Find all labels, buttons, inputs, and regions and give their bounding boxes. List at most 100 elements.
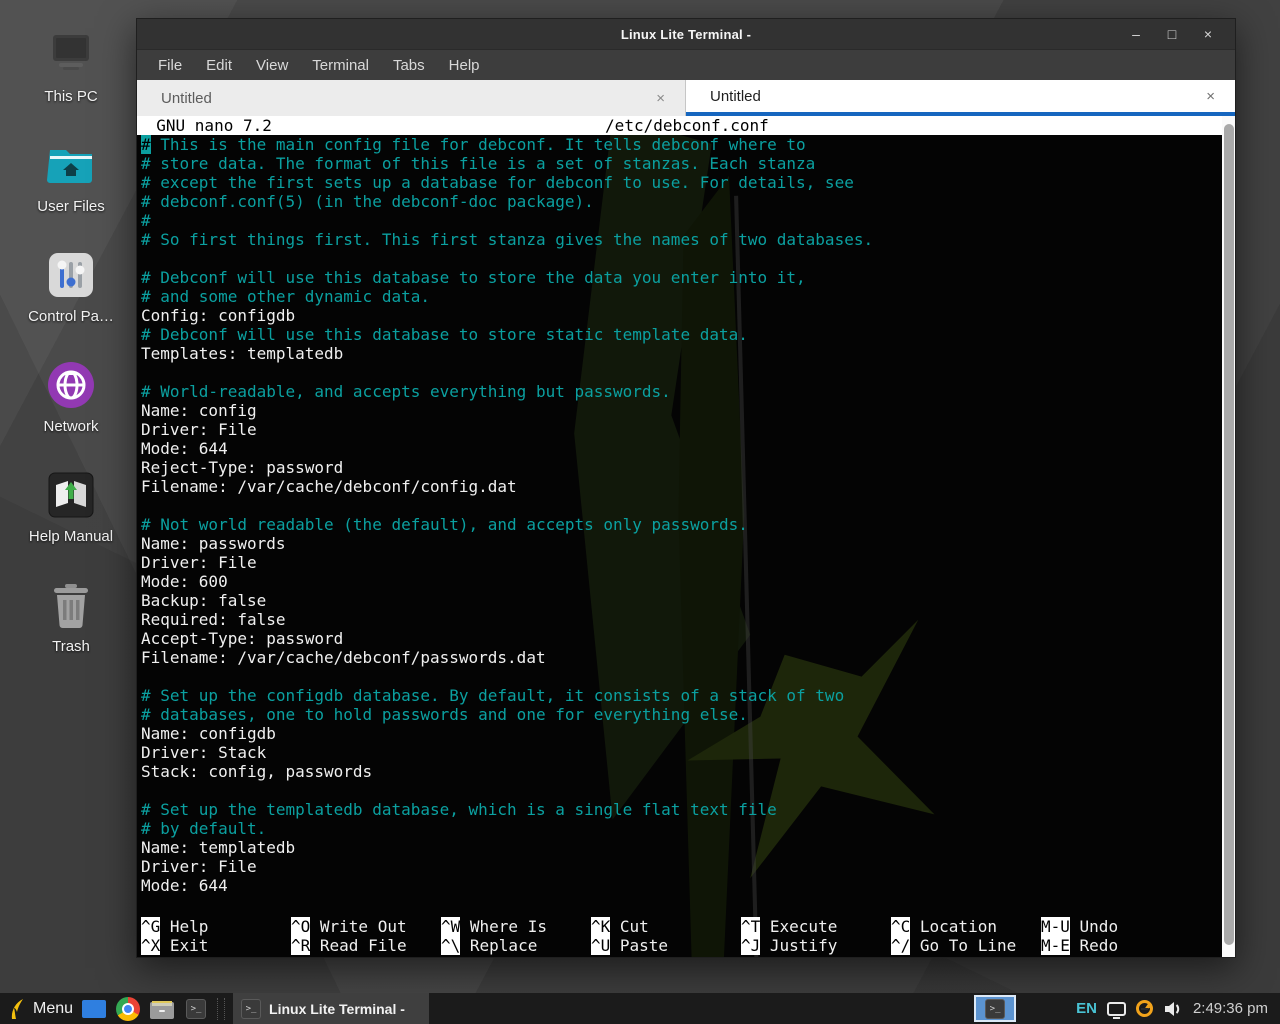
nano-line: Driver: File bbox=[141, 420, 1219, 439]
nano-shortcut-key: ^C bbox=[891, 917, 910, 936]
nano-line: # Debconf will use this database to stor… bbox=[141, 268, 1219, 287]
nano-shortcut[interactable]: ^\ Replace bbox=[441, 936, 591, 955]
desktop-icon-user-files[interactable]: User Files bbox=[12, 136, 130, 246]
desktop-icon-label: This PC bbox=[44, 88, 97, 105]
terminal-icon: >_ bbox=[186, 999, 206, 1019]
scrollbar-thumb[interactable] bbox=[1224, 124, 1234, 945]
tab-close-icon[interactable]: × bbox=[1200, 88, 1221, 105]
nano-shortcut[interactable]: ^U Paste bbox=[591, 936, 741, 955]
help-manual-book-icon bbox=[48, 466, 94, 524]
minimize-icon[interactable]: – bbox=[1123, 26, 1149, 42]
nano-shortcut-key: ^W bbox=[441, 917, 460, 936]
workspace-pager-active[interactable]: >_ bbox=[974, 995, 1016, 1022]
nano-buffer: # This is the main config file for debco… bbox=[141, 135, 1219, 895]
nano-shortcut[interactable]: ^T Execute bbox=[741, 917, 891, 936]
taskbar-window-label: Linux Lite Terminal - bbox=[269, 1001, 405, 1017]
menu-tabs[interactable]: Tabs bbox=[382, 53, 436, 78]
tab-bar: Untitled × Untitled × bbox=[137, 80, 1235, 116]
trash-can-icon bbox=[49, 576, 93, 634]
window-controls: – □ × bbox=[1123, 26, 1235, 42]
nano-shortcut-key: ^\ bbox=[441, 936, 460, 955]
taskbar-window-button[interactable]: >_ Linux Lite Terminal - bbox=[233, 993, 429, 1024]
nano-line: # store data. The format of this file is… bbox=[141, 154, 1219, 173]
nano-shortcut-key: ^G bbox=[141, 917, 160, 936]
chrome-launcher[interactable] bbox=[115, 996, 141, 1022]
menu-terminal[interactable]: Terminal bbox=[301, 53, 380, 78]
nano-shortcut-column: ^K Cut^U Paste bbox=[591, 917, 741, 955]
app-menu-button[interactable]: Menu bbox=[8, 998, 73, 1020]
desktop-icon-column: This PC User Files Control Pa… bbox=[12, 26, 130, 686]
nano-shortcut[interactable]: ^J Justify bbox=[741, 936, 891, 955]
nano-shortcut-key: M-U bbox=[1041, 917, 1070, 936]
tab-untitled-2-active[interactable]: Untitled × bbox=[686, 80, 1235, 116]
nano-shortcut-key: ^O bbox=[291, 917, 310, 936]
nano-shortcut[interactable]: ^W Where Is bbox=[441, 917, 591, 936]
nano-line: # databases, one to hold passwords and o… bbox=[141, 705, 1219, 724]
menu-help[interactable]: Help bbox=[438, 53, 491, 78]
terminal-launcher[interactable]: >_ bbox=[183, 996, 209, 1022]
nano-line: # So first things first. This first stan… bbox=[141, 230, 1219, 249]
nano-shortcut[interactable]: M-U Undo bbox=[1041, 917, 1191, 936]
nano-shortcut[interactable]: ^O Write Out bbox=[291, 917, 441, 936]
nano-shortcut-key: ^K bbox=[591, 917, 610, 936]
desktop-window-icon bbox=[82, 1000, 106, 1018]
keyboard-layout-indicator[interactable]: EN bbox=[1076, 1000, 1097, 1017]
display-settings-icon[interactable] bbox=[1107, 1002, 1126, 1016]
desktop-icon-this-pc[interactable]: This PC bbox=[12, 26, 130, 136]
terminal-screen[interactable]: GNU nano 7.2 /etc/debconf.conf # This is… bbox=[137, 116, 1235, 957]
nano-line bbox=[141, 249, 1219, 268]
desktop-icon-label: Control Pa… bbox=[28, 308, 114, 325]
nano-shortcut[interactable]: ^C Location bbox=[891, 917, 1041, 936]
tasklist-handle[interactable] bbox=[217, 998, 225, 1020]
desktop-icon-control-panel[interactable]: Control Pa… bbox=[12, 246, 130, 356]
menu-view[interactable]: View bbox=[245, 53, 299, 78]
desktop-icon-label: Help Manual bbox=[29, 528, 113, 545]
nano-shortcut[interactable]: M-E Redo bbox=[1041, 936, 1191, 955]
nano-line: Required: false bbox=[141, 610, 1219, 629]
menu-button-label: Menu bbox=[33, 1000, 73, 1018]
show-desktop-button[interactable] bbox=[81, 996, 107, 1022]
nano-line: Templates: templatedb bbox=[141, 344, 1219, 363]
menu-edit[interactable]: Edit bbox=[195, 53, 243, 78]
window-titlebar[interactable]: Linux Lite Terminal - – □ × bbox=[137, 19, 1235, 49]
volume-icon[interactable] bbox=[1163, 1000, 1183, 1018]
nano-line: Driver: File bbox=[141, 553, 1219, 572]
desktop-icon-help-manual[interactable]: Help Manual bbox=[12, 466, 130, 576]
file-manager-launcher[interactable] bbox=[149, 996, 175, 1022]
tab-close-icon[interactable]: × bbox=[650, 90, 671, 107]
nano-shortcut[interactable]: ^G Help bbox=[141, 917, 291, 936]
nano-line: Reject-Type: password bbox=[141, 458, 1219, 477]
desktop-icon-trash[interactable]: Trash bbox=[12, 576, 130, 686]
nano-shortcut-key: ^J bbox=[741, 936, 760, 955]
clock[interactable]: 2:49:36 pm bbox=[1193, 1000, 1268, 1017]
linux-lite-logo-icon bbox=[8, 998, 26, 1020]
desktop-icon-label: Network bbox=[43, 418, 98, 435]
tab-untitled-1[interactable]: Untitled × bbox=[137, 80, 686, 116]
desktop-icon-network[interactable]: Network bbox=[12, 356, 130, 466]
nano-line: # and some other dynamic data. bbox=[141, 287, 1219, 306]
maximize-icon[interactable]: □ bbox=[1159, 26, 1185, 42]
nano-line: # Set up the configdb database. By defau… bbox=[141, 686, 1219, 705]
nano-shortcut[interactable]: ^/ Go To Line bbox=[891, 936, 1041, 955]
menu-bar: File Edit View Terminal Tabs Help bbox=[137, 49, 1235, 80]
nano-shortcut-column: ^C Location^/ Go To Line bbox=[891, 917, 1041, 955]
terminal-scrollbar[interactable] bbox=[1222, 116, 1235, 957]
nano-shortcut[interactable]: ^K Cut bbox=[591, 917, 741, 936]
nano-shortcut-column: ^T Execute^J Justify bbox=[741, 917, 891, 955]
close-icon[interactable]: × bbox=[1195, 26, 1221, 42]
nano-shortcut[interactable]: ^X Exit bbox=[141, 936, 291, 955]
nano-shortcut-column: ^G Help^X Exit bbox=[141, 917, 291, 955]
desktop-icon-label: Trash bbox=[52, 638, 90, 655]
nano-line: Name: templatedb bbox=[141, 838, 1219, 857]
nano-line bbox=[141, 363, 1219, 382]
updates-available-icon[interactable] bbox=[1136, 1000, 1153, 1017]
nano-shortcut[interactable]: ^R Read File bbox=[291, 936, 441, 955]
chrome-icon bbox=[116, 997, 140, 1021]
nano-file-path: /etc/debconf.conf bbox=[272, 116, 1102, 135]
menu-file[interactable]: File bbox=[147, 53, 193, 78]
nano-line: Config: configdb bbox=[141, 306, 1219, 325]
nano-version: GNU nano 7.2 bbox=[137, 116, 272, 135]
nano-line: Name: passwords bbox=[141, 534, 1219, 553]
this-pc-icon bbox=[45, 26, 97, 84]
nano-line: # Debconf will use this database to stor… bbox=[141, 325, 1219, 344]
